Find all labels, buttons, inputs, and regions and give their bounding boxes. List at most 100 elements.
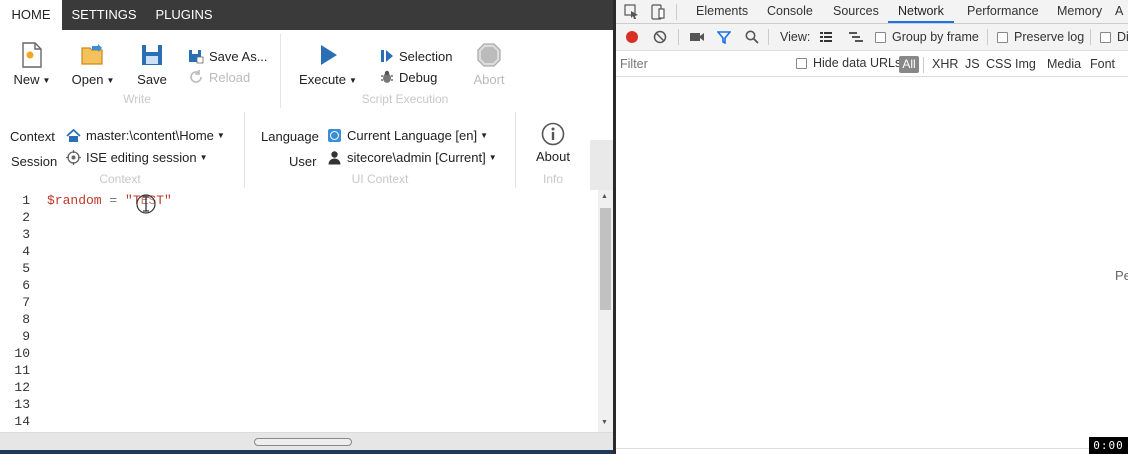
abort-label: Abort <box>473 72 505 87</box>
clear-icon[interactable] <box>653 30 667 44</box>
new-button[interactable]: New ▼ <box>10 42 54 87</box>
preserve-log-label: Preserve log <box>1014 30 1085 44</box>
type-filter-media[interactable]: Media <box>1047 57 1081 71</box>
editor-vertical-scrollbar[interactable]: ▲ ▼ <box>598 190 613 432</box>
group-by-frame-label: Group by frame <box>892 30 979 44</box>
toolbar-divider <box>1090 29 1091 45</box>
tab-performance[interactable]: Performance <box>967 0 1039 23</box>
session-dropdown[interactable]: ISE editing session ▼ <box>66 150 208 165</box>
line-number: 11 <box>14 363 30 378</box>
execute-selection-button[interactable]: Selection <box>380 48 452 64</box>
recording-timer: 0:00 <box>1089 437 1128 454</box>
new-label: New <box>13 72 40 87</box>
devtools-pane: Elements Console Sources Network Perform… <box>616 0 1128 454</box>
preserve-log-checkbox[interactable]: Preserve log <box>997 30 1084 44</box>
line-number: 12 <box>14 380 30 395</box>
disable-cache-checkbox[interactable]: Disa <box>1100 30 1128 44</box>
play-selection-icon <box>381 50 393 62</box>
save-disk-icon <box>142 45 162 65</box>
save-as-label: Save As... <box>209 48 268 64</box>
search-icon[interactable] <box>745 30 759 44</box>
language-dropdown[interactable]: Current Language [en] ▼ <box>327 128 488 143</box>
code-editor[interactable]: 1 2 3 4 5 6 7 8 9 10 11 12 13 14 $random… <box>0 190 598 432</box>
abort-button[interactable]: Abort <box>470 42 508 87</box>
tab-network[interactable]: Network <box>888 0 954 23</box>
chevron-down-icon: ▼ <box>349 76 357 86</box>
group-by-frame-checkbox[interactable]: Group by frame <box>875 30 979 44</box>
debug-button[interactable]: Debug <box>380 69 437 85</box>
scroll-thumb[interactable] <box>600 208 611 310</box>
open-button[interactable]: Open ▼ <box>68 42 118 87</box>
tab-application[interactable]: A <box>1115 0 1123 23</box>
type-filter-all[interactable]: All <box>899 56 919 73</box>
user-dropdown[interactable]: sitecore\admin [Current] ▼ <box>327 150 497 165</box>
line-number: 3 <box>22 227 30 242</box>
record-icon[interactable] <box>625 30 639 44</box>
save-button[interactable]: Save <box>132 42 172 87</box>
scroll-down-icon[interactable]: ▼ <box>601 419 608 426</box>
info-group-label: Info <box>542 172 563 186</box>
network-toolbar: View: Group by frame Preserve log Disa <box>616 24 1128 51</box>
toolbar-divider <box>678 29 679 45</box>
save-as-button[interactable]: Save As... <box>188 48 268 64</box>
tab-elements[interactable]: Elements <box>696 0 748 23</box>
execute-button[interactable]: Execute ▼ <box>298 42 358 87</box>
checkbox-box[interactable] <box>875 31 886 43</box>
chevron-down-icon: ▼ <box>480 131 489 140</box>
checkbox-box[interactable] <box>796 57 807 69</box>
context-dropdown[interactable]: master:\content\Home ▼ <box>66 128 225 143</box>
debug-label: Debug <box>399 69 438 85</box>
line-number: 7 <box>22 295 30 310</box>
tab-console[interactable]: Console <box>767 0 813 23</box>
context-value: master:\content\Home <box>86 128 214 143</box>
inspect-element-icon[interactable] <box>624 4 640 20</box>
toolbar-divider <box>987 29 988 45</box>
chevron-down-icon: ▼ <box>199 153 208 162</box>
checkbox-box[interactable] <box>997 31 1008 43</box>
session-label: Session <box>11 154 58 169</box>
checkbox-box[interactable] <box>1100 31 1111 43</box>
type-filter-js[interactable]: JS <box>965 57 980 71</box>
waterfall-overview-icon[interactable] <box>848 30 864 44</box>
tab-settings[interactable]: SETTINGS <box>64 0 144 30</box>
device-toolbar-icon[interactable] <box>650 4 666 20</box>
toolbar-divider <box>923 57 924 73</box>
line-number: 5 <box>22 261 30 276</box>
about-button[interactable]: About <box>532 122 574 164</box>
chevron-down-icon: ▼ <box>488 153 497 162</box>
tab-sources[interactable]: Sources <box>833 0 879 23</box>
filter-icon[interactable] <box>717 30 731 44</box>
new-file-icon <box>22 42 42 68</box>
type-filter-xhr[interactable]: XHR <box>932 57 958 71</box>
hide-data-urls-label: Hide data URLs <box>813 56 902 70</box>
toolbar-divider <box>768 29 769 45</box>
user-label: User <box>289 154 317 169</box>
tab-home[interactable]: HOME <box>0 0 62 30</box>
language-label: Language <box>261 129 319 144</box>
reload-button[interactable]: Reload <box>188 69 250 85</box>
write-group-label: Write <box>123 92 151 106</box>
status-strip <box>0 450 613 454</box>
line-number: 8 <box>22 312 30 327</box>
large-rows-icon[interactable] <box>819 30 833 44</box>
group-divider <box>244 112 245 188</box>
type-filter-font[interactable]: Font <box>1090 57 1115 71</box>
hide-data-urls-checkbox[interactable]: Hide data URLs <box>796 56 901 70</box>
editor-horizontal-scrollbar[interactable] <box>0 432 613 450</box>
save-label: Save <box>137 72 167 87</box>
tab-memory[interactable]: Memory <box>1057 0 1102 23</box>
line-number: 6 <box>22 278 30 293</box>
context-group-label: Context <box>99 172 141 186</box>
ribbon: New ▼ Open ▼ Save Save As... Reload Writ… <box>0 30 613 220</box>
scroll-thumb[interactable] <box>254 438 352 446</box>
language-value: Current Language [en] <box>347 128 478 143</box>
type-filter-img[interactable]: Img <box>1015 57 1036 71</box>
scroll-up-icon[interactable]: ▲ <box>601 193 608 200</box>
line-number: 1 <box>22 193 30 208</box>
view-label: View: <box>780 30 811 44</box>
filter-input[interactable] <box>620 55 780 73</box>
type-filter-css[interactable]: CSS <box>986 57 1012 71</box>
screenshot-camera-icon[interactable] <box>689 31 705 43</box>
tab-plugins[interactable]: PLUGINS <box>148 0 220 30</box>
user-icon <box>328 151 341 165</box>
